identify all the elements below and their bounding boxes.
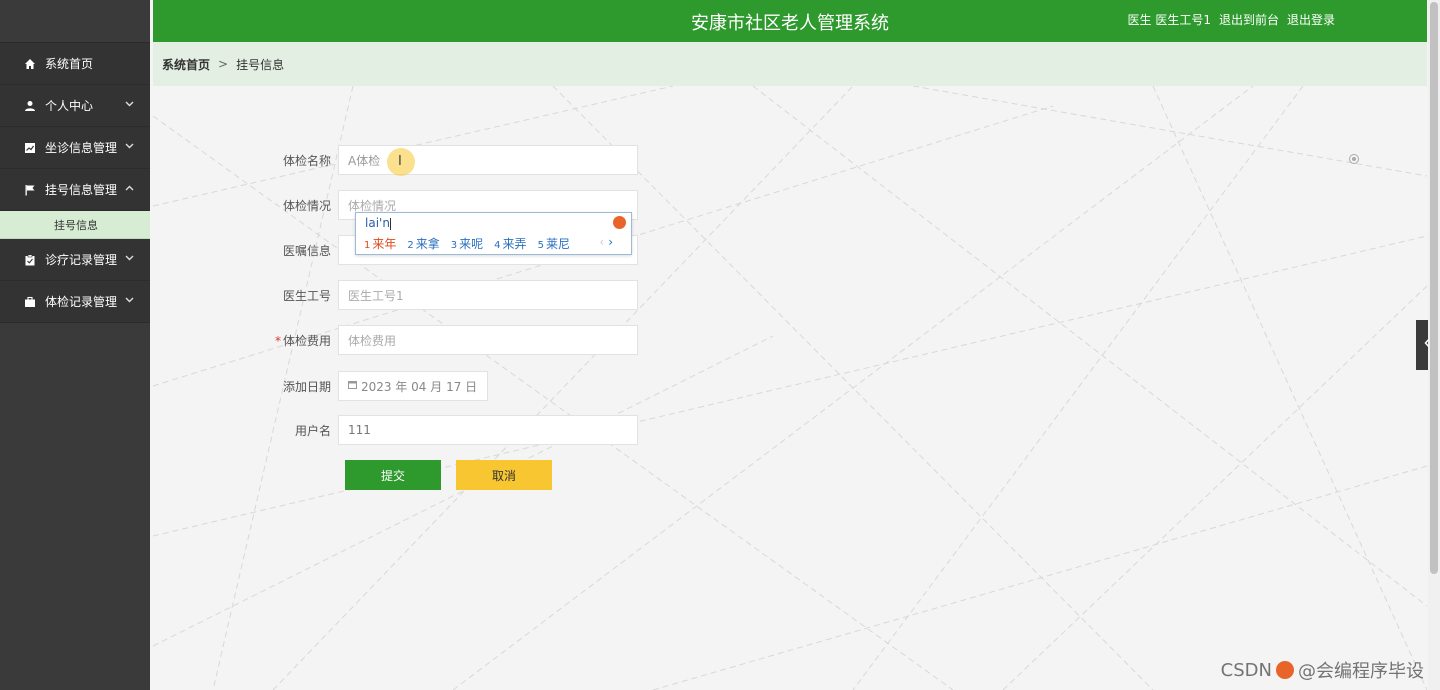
chevron-down-icon: [125, 253, 134, 264]
sidebar-item-treatment[interactable]: 诊疗记录管理: [0, 239, 150, 281]
briefcase-icon: [24, 296, 36, 308]
form-row-fee: * 体检费用 体检费用: [153, 325, 638, 355]
sidebar-item-personal[interactable]: 个人中心: [0, 85, 150, 127]
home-icon: [24, 58, 36, 70]
chevron-down-icon: [125, 295, 134, 306]
fee-label: * 体检费用: [274, 333, 331, 348]
ime-candidate-popup: lai'n 1 来年 2 来拿 3 来呢 4 来弄 5 莱尼 ‹ ›: [355, 212, 632, 255]
form-row-username: 用户名 111: [153, 415, 638, 445]
breadcrumb-separator: >: [218, 57, 229, 71]
watermark-left: CSDN: [1220, 659, 1272, 681]
sidebar-item-label: 挂号信息管理: [45, 183, 118, 197]
exam-name-input[interactable]: A体检: [338, 145, 638, 175]
ime-prev-page-icon[interactable]: ‹: [599, 235, 604, 249]
exam-status-label: 体检情况: [282, 198, 331, 213]
sidebar-top: [0, 0, 150, 43]
ime-candidate[interactable]: 1 来年: [364, 235, 396, 252]
chevron-down-icon: [125, 99, 134, 110]
sidebar: 系统首页 个人中心 坐诊信息管理 挂号信息管理 挂号信息 诊疗记录管理 体检记录…: [0, 0, 150, 690]
breadcrumb-current: 挂号信息: [236, 57, 285, 72]
sidebar-item-consult[interactable]: 坐诊信息管理: [0, 127, 150, 169]
submit-button[interactable]: 提交: [345, 460, 441, 490]
date-input[interactable]: 2023 年 04 月 17 日: [338, 371, 488, 401]
flag-icon: [24, 184, 36, 196]
ime-composition: lai'n: [365, 216, 391, 230]
sidebar-item-label: 体检记录管理: [45, 295, 118, 309]
ime-candidate[interactable]: 4 来弄: [494, 235, 526, 252]
ime-candidate[interactable]: 5 莱尼: [538, 235, 570, 252]
ime-next-page-icon[interactable]: ›: [608, 235, 613, 249]
sidebar-item-home[interactable]: 系统首页: [0, 43, 150, 85]
advice-label: 医嘱信息: [282, 243, 331, 258]
doctor-id-label: 医生工号: [282, 288, 331, 303]
chart-icon: [24, 142, 36, 154]
chevron-up-icon: [125, 183, 134, 194]
header-links: 医生 医生工号1 退出到前台 退出登录: [1128, 11, 1335, 28]
watermark: CSDN @会编程序毕设: [1221, 657, 1424, 683]
date-label: 添加日期: [282, 379, 331, 394]
fee-input[interactable]: 体检费用: [338, 325, 638, 355]
sidebar-subitem-registration-info[interactable]: 挂号信息: [0, 211, 150, 239]
ime-page-nav: ‹ ›: [599, 235, 613, 249]
sidebar-item-checkup[interactable]: 体检记录管理: [0, 281, 150, 323]
sidebar-item-registration[interactable]: 挂号信息管理: [0, 169, 150, 211]
text-cursor-icon: I: [398, 154, 402, 169]
sidebar-item-label: 系统首页: [45, 57, 94, 71]
vertical-scrollbar[interactable]: [1428, 0, 1440, 690]
watermark-right: @会编程序毕设: [1298, 661, 1424, 682]
ime-logo-icon: [613, 216, 626, 229]
form-row-doctor-id: 医生工号 医生工号1: [153, 280, 638, 310]
csdn-logo-icon: [1276, 661, 1294, 679]
form-row-date: 添加日期 2023 年 04 月 17 日: [153, 371, 488, 401]
top-header: 安康市社区老人管理系统 医生 医生工号1 退出到前台 退出登录: [153, 0, 1427, 42]
target-icon: [1349, 154, 1359, 164]
username-input[interactable]: 111: [338, 415, 638, 445]
calendar-icon: [348, 380, 357, 392]
ime-candidates: 1 来年 2 来拿 3 来呢 4 来弄 5 莱尼: [364, 235, 570, 252]
scrollbar-thumb[interactable]: [1430, 2, 1438, 574]
required-mark: *: [274, 333, 281, 348]
ime-candidate[interactable]: 3 来呢: [451, 235, 483, 252]
exam-name-label: 体检名称: [282, 153, 331, 168]
breadcrumb-home-link[interactable]: 系统首页: [162, 56, 210, 73]
sidebar-item-label: 诊疗记录管理: [45, 253, 118, 267]
breadcrumb: 系统首页 > 挂号信息: [153, 42, 1427, 86]
user-icon: [24, 100, 36, 112]
chevron-down-icon: [125, 141, 134, 152]
logout-link[interactable]: 退出登录: [1287, 11, 1335, 28]
clipboard-icon: [24, 254, 36, 266]
current-user-label: 医生 医生工号1: [1127, 13, 1211, 27]
username-label: 用户名: [294, 423, 331, 438]
sidebar-item-label: 个人中心: [45, 99, 94, 113]
ime-candidate[interactable]: 2 来拿: [407, 235, 439, 252]
sidebar-subitem-label: 挂号信息: [54, 218, 98, 232]
sidebar-item-label: 坐诊信息管理: [45, 141, 118, 155]
main-content: 体检名称 A体检 体检情况 体检情况 医嘱信息 医生工号 医生工号1 * 体检费用…: [153, 86, 1427, 690]
doctor-id-input[interactable]: 医生工号1: [338, 280, 638, 310]
cancel-button[interactable]: 取消: [456, 460, 552, 490]
exit-to-front-link[interactable]: 退出到前台: [1219, 11, 1279, 28]
date-value: 2023 年 04 月 17 日: [361, 379, 478, 394]
